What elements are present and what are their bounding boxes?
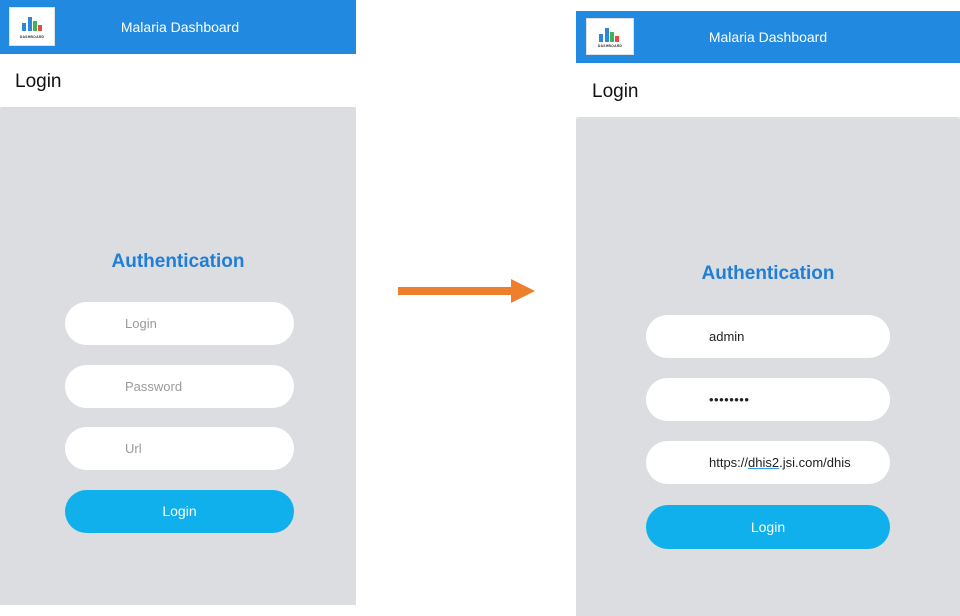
url-placeholder: Url — [125, 441, 142, 456]
login-value: admin — [709, 329, 745, 344]
login-button[interactable]: Login — [65, 490, 294, 533]
password-placeholder: Password — [125, 379, 183, 394]
bar-chart-logo-icon — [599, 26, 621, 42]
login-input[interactable]: Login — [65, 302, 294, 345]
password-value: •••••••• — [709, 392, 750, 407]
app-bar: DASHBOARD Malaria Dashboard — [576, 11, 960, 63]
app-title: Malaria Dashboard — [708, 29, 828, 45]
logo-text: DASHBOARD — [19, 35, 45, 39]
url-input[interactable]: https://dhis2.jsi.com/dhis — [646, 441, 890, 484]
password-input[interactable]: •••••••• — [646, 378, 890, 421]
bar-chart-logo-icon — [22, 15, 44, 31]
url-input[interactable]: Url — [65, 427, 294, 470]
login-screen-after: DASHBOARD Malaria Dashboard Login Authen… — [576, 11, 960, 616]
logo-text: DASHBOARD — [597, 44, 623, 48]
page-header: Login — [576, 63, 960, 117]
auth-title: Authentication — [701, 263, 835, 284]
login-button[interactable]: Login — [646, 505, 890, 549]
page-title: Login — [15, 71, 62, 92]
app-title: Malaria Dashboard — [120, 19, 240, 35]
login-content: Authentication Login Password Url Login — [0, 108, 356, 605]
app-logo: DASHBOARD — [586, 18, 634, 55]
url-value: https://dhis2.jsi.com/dhis — [709, 455, 851, 470]
login-input[interactable]: admin — [646, 315, 890, 358]
page-title: Login — [592, 81, 639, 102]
app-bar: DASHBOARD Malaria Dashboard — [0, 0, 356, 54]
app-logo: DASHBOARD — [9, 7, 55, 46]
right-arrow-icon — [398, 279, 535, 303]
auth-title: Authentication — [111, 251, 245, 272]
page-header: Login — [0, 54, 356, 107]
login-placeholder: Login — [125, 316, 157, 331]
password-input[interactable]: Password — [65, 365, 294, 408]
login-screen-before: DASHBOARD Malaria Dashboard Login Authen… — [0, 0, 356, 605]
login-content: Authentication admin •••••••• https://dh… — [576, 119, 960, 616]
